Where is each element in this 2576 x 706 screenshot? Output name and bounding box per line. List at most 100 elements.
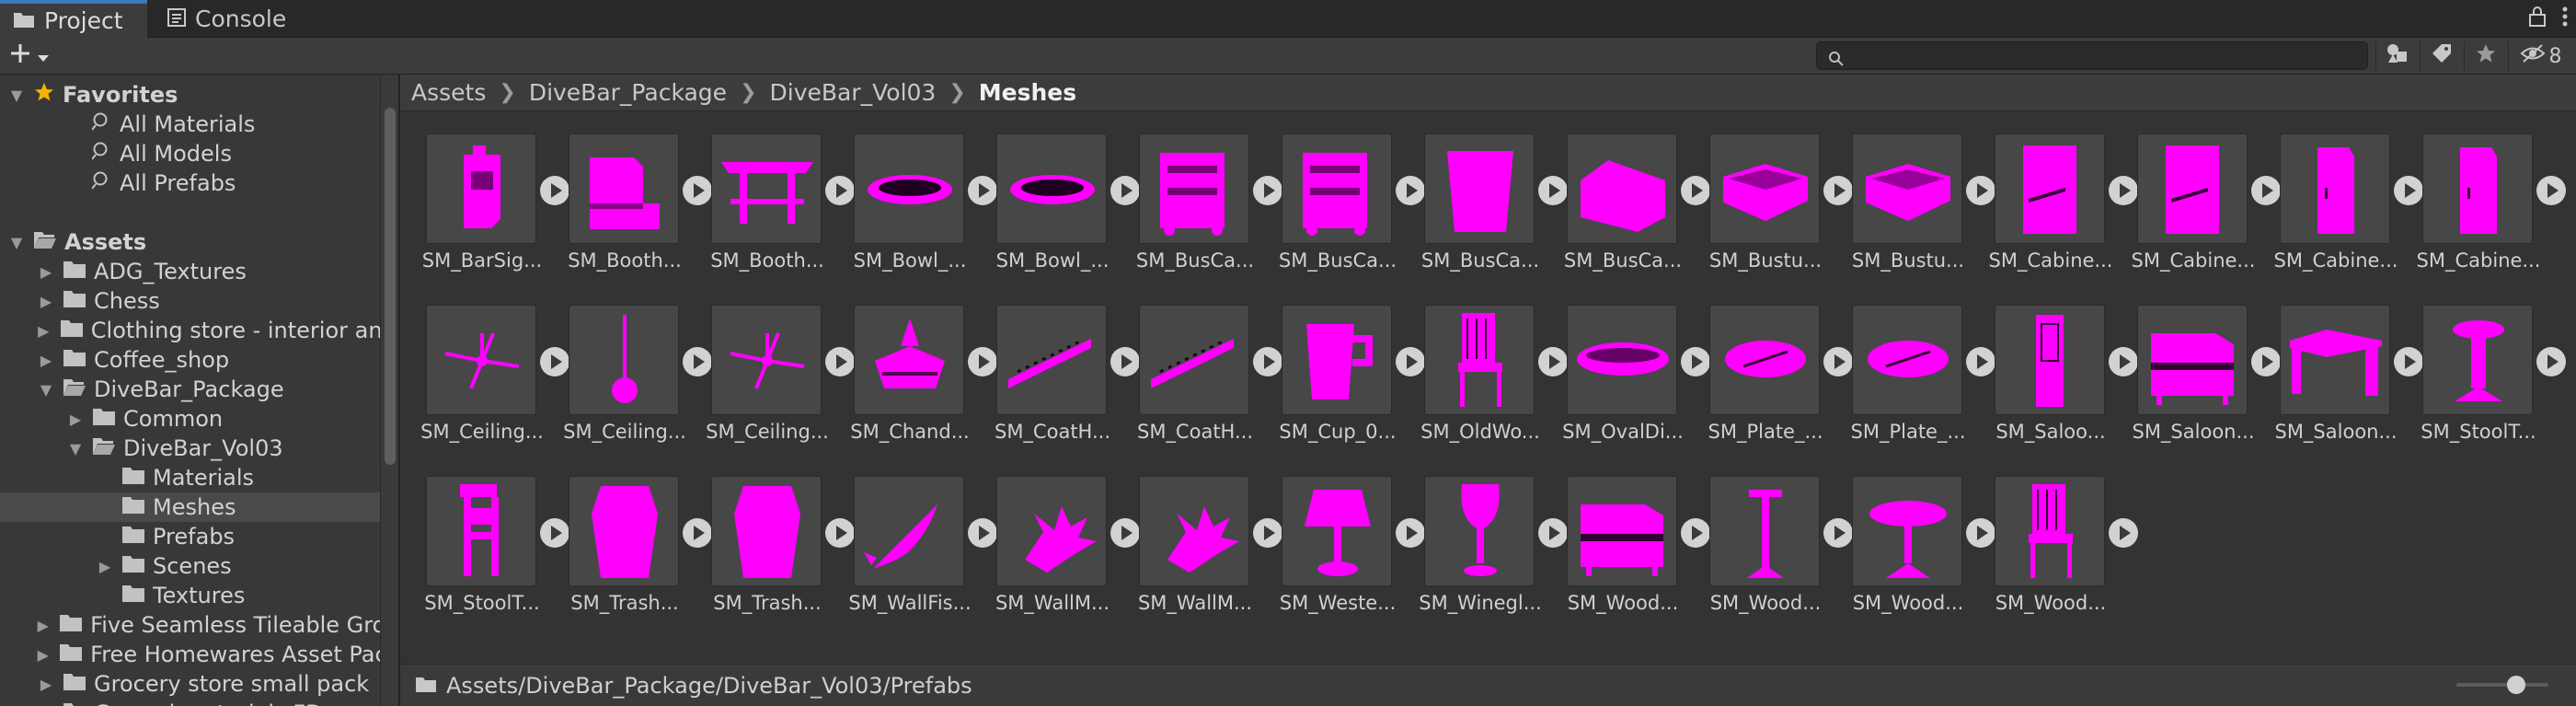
asset-item[interactable]: SM_BarSig... xyxy=(419,111,569,272)
asset-item[interactable]: SM_Winegl... xyxy=(1417,454,1568,614)
expand-arrow-down-icon[interactable]: ▼ xyxy=(37,381,55,399)
breadcrumb-assets[interactable]: Assets xyxy=(411,79,486,106)
tree-item[interactable]: ▶ Coffee_shop xyxy=(0,345,380,375)
search-by-type-button[interactable] xyxy=(2375,41,2418,72)
asset-item[interactable]: SM_BusCa... xyxy=(1559,111,1710,272)
expand-arrow-down-icon[interactable]: ▼ xyxy=(7,87,26,104)
expand-arrow-right-icon[interactable]: ▶ xyxy=(37,352,55,369)
expand-subassets-button[interactable] xyxy=(2536,176,2566,205)
asset-item[interactable]: SM_Wood... xyxy=(1845,454,1995,614)
breadcrumb-divebar-package[interactable]: DiveBar_Package xyxy=(529,79,727,106)
tree-item[interactable]: ▶ Chess xyxy=(0,286,380,316)
expand-arrow-right-icon[interactable]: ▶ xyxy=(66,411,85,428)
tab-console[interactable]: Console xyxy=(155,0,302,38)
tree-item[interactable]: Meshes xyxy=(0,492,380,522)
tree-item[interactable]: ▶ Free Homewares Asset Pack xyxy=(0,640,380,669)
tree-item[interactable]: ▶Ground materials FD xyxy=(0,699,380,706)
asset-item[interactable]: SM_Trash... xyxy=(561,454,712,614)
expand-subassets-button[interactable] xyxy=(2109,518,2138,548)
favorite-button[interactable] xyxy=(2464,41,2506,72)
search-by-label-button[interactable] xyxy=(2420,41,2462,72)
asset-item[interactable]: SM_Ceiling... xyxy=(419,283,569,443)
breadcrumb-divebar-vol03[interactable]: DiveBar_Vol03 xyxy=(770,79,937,106)
asset-item[interactable]: SM_Trash... xyxy=(704,454,855,614)
tree-item[interactable]: ▶ Five Seamless Tileable Grou xyxy=(0,610,380,640)
expand-arrow-right-icon[interactable]: ▶ xyxy=(34,646,52,664)
tree-item[interactable]: ▶ Clothing store - interior and xyxy=(0,316,380,345)
tree-item[interactable]: ▶ Grocery store small pack xyxy=(0,669,380,699)
zoom-slider[interactable] xyxy=(2456,676,2548,694)
create-button[interactable] xyxy=(9,41,50,71)
expand-arrow-down-icon[interactable]: ▼ xyxy=(66,440,85,457)
asset-item[interactable]: SM_Wood... xyxy=(1987,454,2138,614)
tree-item[interactable]: ▼ Favorites xyxy=(0,80,380,110)
tree-item[interactable]: ▼ Assets xyxy=(0,227,380,257)
expand-arrow-right-icon[interactable]: ▶ xyxy=(37,263,55,281)
tree-item[interactable]: ▶ Scenes xyxy=(0,551,380,581)
asset-item[interactable]: SM_BusCa... xyxy=(1132,111,1282,272)
tree-item[interactable]: Prefabs xyxy=(0,522,380,551)
asset-item[interactable]: SM_WallM... xyxy=(989,454,1140,614)
asset-item[interactable]: SM_Bowl_... xyxy=(846,111,997,272)
asset-item[interactable]: SM_StoolT... xyxy=(2415,283,2566,443)
tab-project[interactable]: Project xyxy=(0,0,147,38)
asset-item[interactable]: SM_Chand... xyxy=(846,283,997,443)
project-tree[interactable]: ▼ Favorites All Materials All Models All Pre… xyxy=(0,75,380,706)
tree-item[interactable]: ▶ Common xyxy=(0,404,380,434)
asset-grid[interactable]: SM_BarSig... SM_Booth... SM_Booth... SM_Bow… xyxy=(400,111,2576,664)
expand-arrow-right-icon[interactable]: ▶ xyxy=(37,293,55,310)
asset-item[interactable]: SM_Saloon... xyxy=(2272,283,2423,443)
asset-item[interactable]: SM_Booth... xyxy=(704,111,855,272)
asset-item[interactable]: SM_BusCa... xyxy=(1417,111,1568,272)
expand-arrow-right-icon[interactable]: ▶ xyxy=(34,617,52,634)
tree-item[interactable]: All Prefabs xyxy=(0,168,380,198)
asset-item[interactable]: SM_BusCa... xyxy=(1274,111,1425,272)
tree-item[interactable]: ▶ ADG_Textures xyxy=(0,257,380,286)
asset-item[interactable]: SM_Cup_0... xyxy=(1274,283,1425,443)
search-field[interactable] xyxy=(1816,41,2368,70)
expand-subassets-button[interactable] xyxy=(2536,347,2566,376)
asset-item[interactable]: SM_Bowl_... xyxy=(989,111,1140,272)
asset-item[interactable]: SM_WallFis... xyxy=(846,454,997,614)
lock-icon[interactable] xyxy=(2528,6,2547,33)
tree-item[interactable]: ▼ DiveBar_Vol03 xyxy=(0,434,380,463)
asset-item[interactable]: SM_Plate_... xyxy=(1845,283,1995,443)
tree-item[interactable]: ▼ DiveBar_Package xyxy=(0,375,380,404)
asset-item[interactable]: SM_Wood... xyxy=(1559,454,1710,614)
asset-item[interactable]: SM_OldWo... xyxy=(1417,283,1568,443)
asset-item[interactable]: SM_OvalDi... xyxy=(1559,283,1710,443)
kebab-menu-icon[interactable] xyxy=(2561,6,2569,33)
asset-item[interactable]: SM_Plate_... xyxy=(1702,283,1853,443)
expand-arrow-right-icon[interactable]: ▶ xyxy=(96,558,114,575)
asset-item[interactable]: SM_Saloon... xyxy=(2130,283,2281,443)
asset-item[interactable]: SM_Cabine... xyxy=(2272,111,2423,272)
asset-item[interactable]: SM_CoatH... xyxy=(1132,283,1282,443)
asset-item[interactable]: SM_Cabine... xyxy=(2130,111,2281,272)
asset-item[interactable]: SM_Ceiling... xyxy=(561,283,712,443)
breadcrumb-meshes[interactable]: Meshes xyxy=(979,79,1076,106)
tree-item[interactable]: Materials xyxy=(0,463,380,492)
asset-item[interactable]: SM_Wood... xyxy=(1702,454,1853,614)
tree-item[interactable]: All Models xyxy=(0,139,380,168)
asset-item[interactable]: SM_Bustu... xyxy=(1702,111,1853,272)
asset-item[interactable]: SM_Saloo... xyxy=(1987,283,2138,443)
hidden-packages-button[interactable]: 8 xyxy=(2508,41,2572,72)
search-input[interactable] xyxy=(1850,42,2361,69)
tree-item[interactable]: All Materials xyxy=(0,110,380,139)
tree-item[interactable]: Textures xyxy=(0,581,380,610)
tree-scrollbar-thumb[interactable] xyxy=(385,108,396,465)
asset-item[interactable]: SM_CoatH... xyxy=(989,283,1140,443)
asset-item[interactable]: SM_Cabine... xyxy=(2415,111,2566,272)
asset-item[interactable]: SM_StoolT... xyxy=(419,454,569,614)
asset-item[interactable]: SM_Cabine... xyxy=(1987,111,2138,272)
asset-item[interactable]: SM_Weste... xyxy=(1274,454,1425,614)
expand-arrow-right-icon[interactable]: ▶ xyxy=(35,322,52,340)
expand-arrow-right-icon[interactable]: ▶ xyxy=(37,676,55,693)
zoom-slider-handle[interactable] xyxy=(2507,676,2525,694)
expand-arrow-down-icon[interactable]: ▼ xyxy=(7,234,26,251)
asset-item[interactable]: SM_Ceiling... xyxy=(704,283,855,443)
asset-item[interactable]: SM_Booth... xyxy=(561,111,712,272)
tree-scrollbar[interactable] xyxy=(380,75,398,706)
asset-item[interactable]: SM_Bustu... xyxy=(1845,111,1995,272)
asset-item[interactable]: SM_WallM... xyxy=(1132,454,1282,614)
